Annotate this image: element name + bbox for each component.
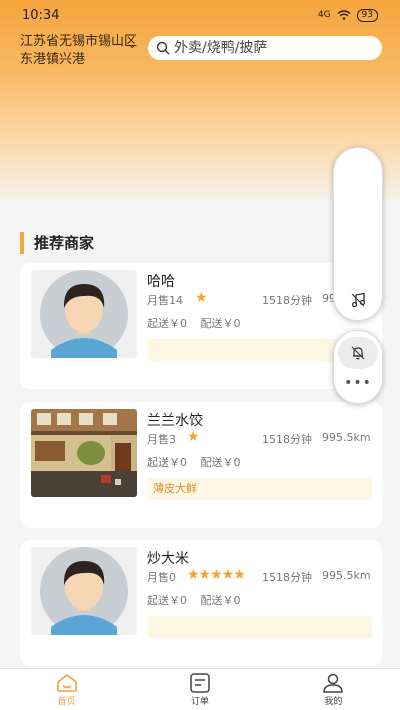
chevron-down-icon[interactable]: ⌄ <box>128 40 136 51</box>
delivery-time: 1518分钟 <box>262 433 312 446</box>
distance: 995.5km <box>322 569 371 582</box>
shop-thumbnail <box>31 547 137 635</box>
status-bar: 10:34 4G 93 <box>0 0 400 30</box>
section-title: 推荐商家 <box>20 232 94 254</box>
tab-label: 订单 <box>190 697 209 707</box>
fee-row: 起送￥0 配送￥0 <box>147 592 251 608</box>
shop-thumbnail <box>31 409 137 497</box>
shop-name: 哈哈 <box>147 274 175 290</box>
signal-icon: 4G <box>317 10 331 20</box>
distance: 995.5km <box>322 431 371 444</box>
avatar-icon <box>31 547 137 635</box>
shop-name: 炒大米 <box>147 551 189 567</box>
shop-name: 兰兰水饺 <box>147 413 203 429</box>
tab-label: 首页 <box>57 697 76 707</box>
shop-tag: 薄皮大鲜 <box>147 478 372 500</box>
music-note-icon[interactable] <box>350 292 366 308</box>
order-icon <box>190 673 210 693</box>
status-icons: 4G 93 <box>317 8 378 22</box>
street-photo <box>31 409 137 497</box>
tab-orders[interactable]: 订单 <box>133 669 266 710</box>
star-rating: ★ <box>187 429 200 445</box>
floating-music-panel[interactable] <box>333 147 383 321</box>
monthly-sales: 月售14 <box>147 294 183 307</box>
shop-card[interactable]: 兰兰水饺 月售3 ★ 1518分钟 995.5km 起送￥0 配送￥0 薄皮大鲜 <box>20 402 382 528</box>
shop-card[interactable]: 哈哈 月售14 ★ 1518分钟 995.5km 起送￥0 配送￥0 <box>20 263 382 389</box>
shop-card[interactable]: 炒大米 月售0 ★★★★★ 1518分钟 995.5km 起送￥0 配送￥0 <box>20 540 382 666</box>
delivery-time: 1518分钟 <box>262 571 312 584</box>
delivery-fee: 配送￥0 <box>200 456 241 469</box>
battery-icon: 93 <box>356 8 378 22</box>
search-bar[interactable] <box>148 36 382 60</box>
delivery-fee: 配送￥0 <box>200 594 241 607</box>
bell-off-icon <box>351 346 365 360</box>
bottom-tab-bar: 首页 订单 我的 <box>0 668 400 710</box>
tab-label: 我的 <box>324 697 343 707</box>
shop-tag <box>147 616 372 638</box>
monthly-sales: 月售0 <box>147 571 176 584</box>
search-input[interactable] <box>174 40 374 56</box>
delivery-time: 1518分钟 <box>262 294 312 307</box>
profile-icon <box>323 673 344 693</box>
home-icon <box>56 674 77 692</box>
star-rating: ★★★★★ <box>187 567 246 583</box>
more-icon[interactable]: ••• <box>334 375 382 391</box>
wifi-icon <box>337 10 350 20</box>
location-text[interactable]: 江苏省无锡市锡山区东港镇兴港 <box>20 33 138 69</box>
floating-notification-panel[interactable]: ••• <box>333 330 383 404</box>
star-rating: ★ <box>195 290 208 306</box>
fee-row: 起送￥0 配送￥0 <box>147 454 251 470</box>
status-time: 10:34 <box>22 7 60 23</box>
avatar-icon <box>31 270 137 358</box>
tab-profile[interactable]: 我的 <box>267 669 400 710</box>
mute-bell-button[interactable] <box>338 337 378 369</box>
fee-row: 起送￥0 配送￥0 <box>147 315 251 331</box>
monthly-sales: 月售3 <box>147 433 176 446</box>
search-icon <box>156 41 170 55</box>
start-price: 起送￥0 <box>147 594 187 607</box>
start-price: 起送￥0 <box>147 317 187 330</box>
tab-home[interactable]: 首页 <box>0 669 133 710</box>
delivery-fee: 配送￥0 <box>200 317 241 330</box>
start-price: 起送￥0 <box>147 456 187 469</box>
shop-thumbnail <box>31 270 137 358</box>
